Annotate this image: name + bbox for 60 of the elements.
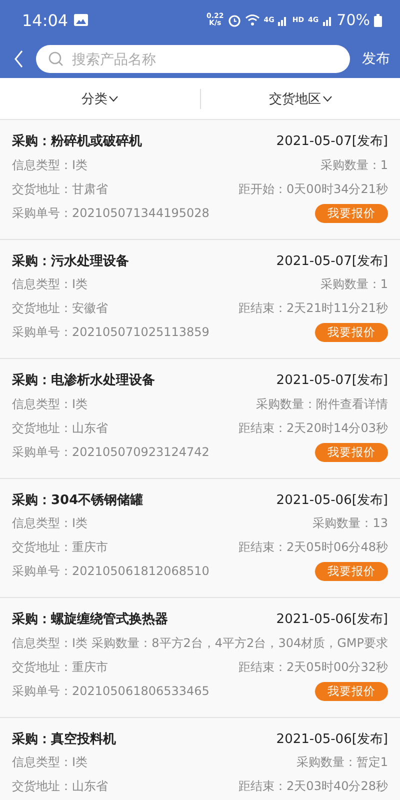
listing-title: 采购：电渗析水处理设备: [12, 372, 155, 389]
chevron-down-icon: [109, 96, 118, 102]
listing-date: 2021-05-07[发布]: [276, 133, 388, 150]
quantity: 采购数量：1: [320, 156, 388, 174]
image-icon: [74, 14, 88, 26]
battery-icon: [374, 14, 382, 26]
publish-button[interactable]: 发布: [362, 50, 390, 68]
quantity: 采购数量：暂定1: [296, 754, 388, 771]
search-input[interactable]: 搜索产品名称: [70, 50, 338, 68]
listing-title: 采购：污水处理设备: [12, 252, 129, 270]
back-icon[interactable]: [14, 50, 24, 68]
delivery-address: 交货地址：重庆市: [12, 658, 108, 676]
listing-card[interactable]: 采购：304不锈钢储罐 2021-05-06[发布] 信息类型：I类 采购数量：13 交货地址：重庆市 距结束：2天05时06分48秒 采购单号：202105061812068510 我要报价: [0, 478, 400, 598]
filter-dropdown[interactable]: 交货地区: [200, 88, 400, 108]
countdown: 距开始：0天00时34分21秒: [238, 180, 388, 198]
status-time: 14:04: [22, 10, 68, 30]
signal-icon: [322, 14, 333, 26]
info-type: 信息类型：I类: [12, 276, 88, 293]
quantity: 采购数量：附件查看详情: [256, 396, 388, 412]
countdown: 距结束：2天03时40分28秒: [238, 778, 388, 795]
order-number: 采购单号：202105061812068510: [12, 563, 210, 580]
order-number: 采购单号：202105070923124742: [12, 444, 210, 460]
info-type: 信息类型：I类: [12, 156, 88, 174]
listing-title: 采购：粉碎机或破碎机: [12, 132, 142, 150]
info-type: 信息类型：I类: [12, 396, 88, 412]
listing-card[interactable]: 采购：污水处理设备 2021-05-07[发布] 信息类型：I类 采购数量：1 交货地址：安徽省 距结束：2天21时11分21秒 采购单号：202105071025113859 我要报价: [0, 240, 400, 359]
search-icon: [48, 51, 64, 67]
chevron-down-icon: [322, 96, 332, 102]
listing-date: 2021-05-07[发布]: [276, 372, 388, 389]
info-type: 信息类型：I类: [12, 634, 88, 652]
listing-date: 2021-05-06[发布]: [276, 611, 388, 628]
listing-date: 2021-05-06[发布]: [276, 492, 388, 508]
countdown: 距结束：2天21时11分21秒: [238, 300, 388, 317]
delivery-address: 交货地址：安徽省: [12, 300, 108, 317]
signal-icon: [278, 14, 288, 26]
delivery-address: 交货地址：山东省: [12, 420, 108, 436]
search-bar[interactable]: 搜索产品名称: [36, 45, 350, 73]
countdown: 距结束：2天05时00分32秒: [238, 658, 388, 676]
info-type: 信息类型：I类: [12, 754, 88, 771]
info-type: 信息类型：I类: [12, 515, 88, 532]
delivery-address: 交货地址：甘肃省: [12, 180, 108, 198]
alarm-icon: [228, 14, 241, 26]
listing-title: 采购：304不锈钢储罐: [12, 492, 144, 508]
quantity: 采购数量：13: [312, 515, 388, 532]
delivery-address: 交货地址：重庆市: [12, 539, 108, 556]
order-number: 采购单号：202105071344195028: [12, 204, 210, 222]
quantity: 采购数量：8平方2台，4平方2台，304材质，GMP要求: [92, 634, 388, 652]
order-number: 采购单号：202105071025113859: [12, 324, 210, 341]
listing-date: 2021-05-07[发布]: [276, 252, 388, 270]
quantity: 采购数量：1: [320, 276, 388, 293]
order-number: 采购单号：202105061806533465: [12, 682, 210, 700]
countdown: 距结束：2天05时06分48秒: [238, 539, 388, 556]
battery-percent: 70%: [336, 11, 370, 29]
listing-title: 采购：螺旋缠绕管式换热器: [12, 610, 168, 628]
countdown: 距结束：2天20时14分03秒: [238, 420, 388, 436]
listing-date: 2021-05-06[发布]: [276, 730, 388, 748]
delivery-address: 交货地址：山东省: [12, 778, 108, 795]
listing-title: 采购：真空投料机: [12, 730, 116, 748]
wifi-icon: [244, 14, 260, 26]
filter-dropdown[interactable]: 分类: [0, 88, 200, 108]
